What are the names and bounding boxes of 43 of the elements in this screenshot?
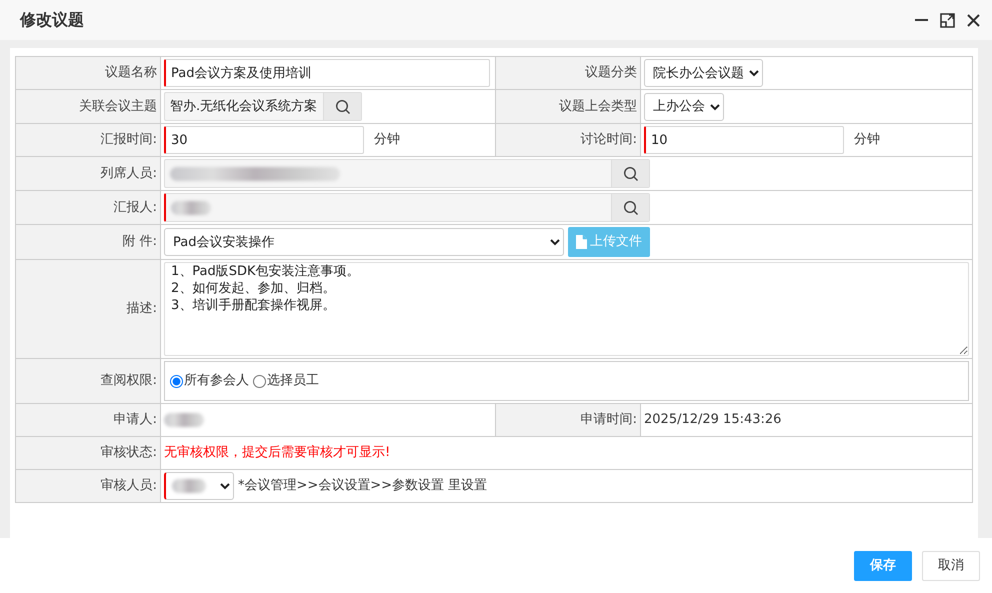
file-select[interactable]: Pad会议安装操作 [164,228,564,256]
unit-label: 分钟 [374,131,400,150]
radio-label[interactable]: 所有参会人 [184,371,249,391]
field-label: 审核状态: [100,445,157,460]
field-label: 申请时间: [580,412,637,428]
search-icon [611,160,649,187]
field-label: 讨论时间: [580,132,637,148]
radio-label[interactable]: 选择员工 [267,371,319,391]
field-label: 描述: [126,301,157,316]
field-label: 议题分类 [585,65,637,80]
unit-label: 分钟 [854,131,880,150]
field-label: 列席人员: [100,166,157,181]
hint-text: *会议管理>>会议设置>>参数设置 里设置 [238,477,488,496]
field-label: 查阅权限: [100,373,157,388]
field-label: 议题名称 [105,65,157,80]
field-label: 审核人员: [100,478,157,494]
status-message: 无审核权限，提交后需要审核才可显示! [164,444,390,462]
dialog-title: 修改议题 [20,9,84,31]
field-label: 附 件: [122,234,157,250]
field-label: 申请人: [114,412,157,428]
text-field[interactable]: Pad会议方案及使用培训 [164,59,490,87]
field-label: 汇报时间: [100,132,157,148]
close-icon [966,12,980,28]
field-value: 2025/12/29 15:43:26 [644,411,782,430]
search-icon [323,93,361,120]
cancel-button[interactable]: 取消 [922,550,980,580]
picker-field[interactable] [164,193,650,222]
minimize-icon [914,19,928,21]
field-label: 议题上会类型 [559,98,637,114]
maximize-icon [940,12,954,28]
radio-button[interactable] [170,374,183,388]
description-field[interactable]: 1、Pad版SDK包安装注意事项。 2、如何发起、参加、归档。 3、培训手册配套操作视屏。 [164,262,969,356]
text-field[interactable]: 30 [164,126,364,154]
select-field[interactable]: 院长办公会议题 [644,59,763,87]
field-label: 汇报人: [114,200,157,215]
select-field[interactable]: 上办公会 [644,92,724,120]
text-field[interactable]: 10 [644,126,844,154]
search-icon [611,194,649,221]
picker-field[interactable] [164,159,650,188]
picker-field[interactable]: 智办.无纸化会议系统方案 [164,92,362,121]
radio-button[interactable] [253,374,266,388]
file-icon [576,235,587,249]
field-label: 关联会议主题 [79,98,157,114]
